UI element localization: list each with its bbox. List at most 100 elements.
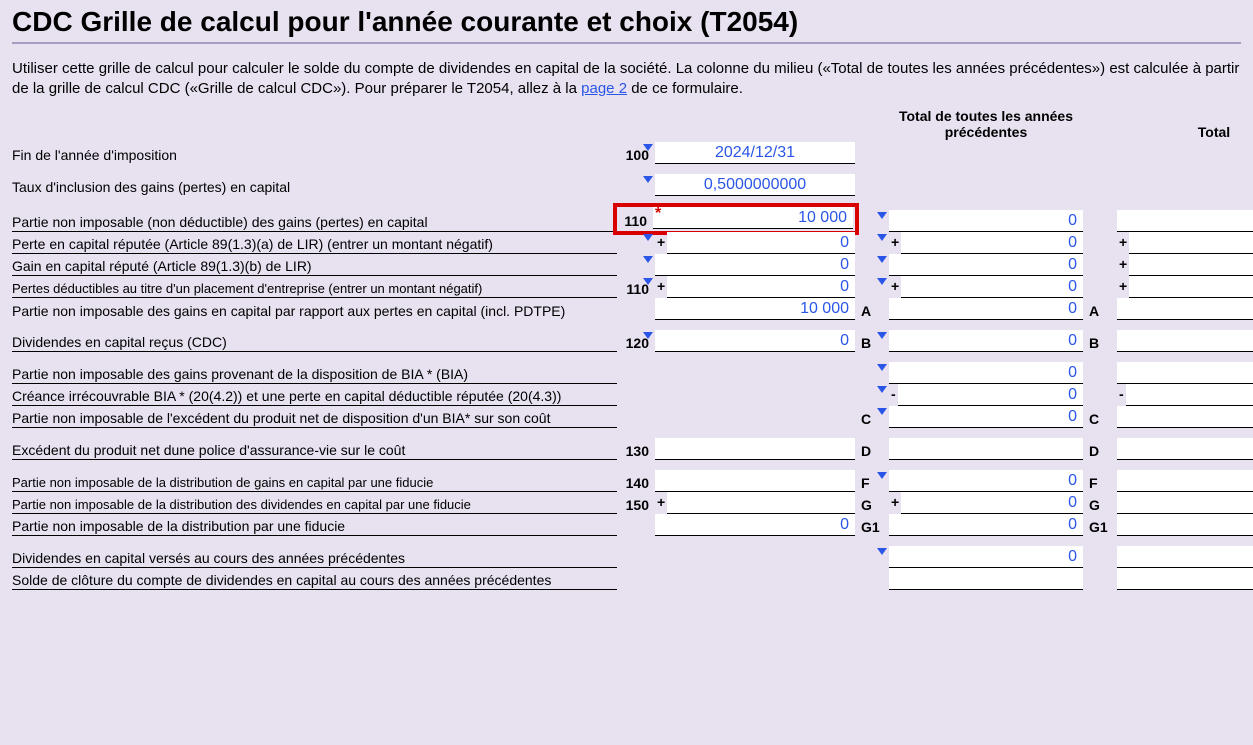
dropdown-icon[interactable] xyxy=(877,212,887,219)
field-fd-current[interactable]: + xyxy=(655,492,855,514)
field-gain-current[interactable] xyxy=(655,254,855,276)
field-solde-mid[interactable] xyxy=(889,568,1083,590)
field-pd-total[interactable]: + xyxy=(1117,276,1253,298)
input-fg-total[interactable] xyxy=(1117,470,1253,492)
page-2-link[interactable]: page 2 xyxy=(581,80,627,97)
field-pdtpe-mid[interactable] xyxy=(889,298,1083,320)
field-pd-mid[interactable]: + xyxy=(889,276,1083,298)
dropdown-icon[interactable] xyxy=(877,472,887,479)
field-ass-current[interactable] xyxy=(655,438,855,460)
dropdown-icon[interactable] xyxy=(643,234,653,241)
input-fg-current[interactable] xyxy=(655,470,855,492)
input-pd-mid[interactable] xyxy=(901,276,1083,298)
dropdown-icon[interactable] xyxy=(877,332,887,339)
dropdown-icon[interactable] xyxy=(643,332,653,339)
field-fg-current[interactable] xyxy=(655,470,855,492)
input-biac-total[interactable] xyxy=(1126,384,1253,406)
input-biae-total[interactable] xyxy=(1117,406,1253,428)
dropdown-icon[interactable] xyxy=(877,278,887,285)
field-dr-mid[interactable] xyxy=(889,330,1083,352)
field-fd-mid[interactable]: + xyxy=(889,492,1083,514)
field-fd-total[interactable] xyxy=(1117,492,1253,514)
field-dv-mid[interactable] xyxy=(889,546,1083,568)
input-fg-mid[interactable] xyxy=(889,470,1083,492)
dropdown-icon[interactable] xyxy=(643,278,653,285)
input-ass-total[interactable] xyxy=(1117,438,1253,460)
field-110-total[interactable] xyxy=(1117,210,1253,232)
input-110-mid[interactable] xyxy=(889,210,1083,232)
dropdown-icon[interactable] xyxy=(877,408,887,415)
input-gain-mid[interactable] xyxy=(889,254,1083,276)
input-fd-total[interactable] xyxy=(1117,492,1253,514)
input-dr-total[interactable] xyxy=(1117,330,1253,352)
input-fd-mid[interactable] xyxy=(901,492,1083,514)
dropdown-icon[interactable] xyxy=(877,256,887,263)
field-biae-mid[interactable] xyxy=(889,406,1083,428)
field-perte-mid[interactable]: + xyxy=(889,232,1083,254)
input-gain-total[interactable] xyxy=(1129,254,1253,276)
field-ft-mid[interactable] xyxy=(889,514,1083,536)
field-ass-mid[interactable] xyxy=(889,438,1083,460)
dropdown-icon[interactable] xyxy=(877,234,887,241)
field-biae-total[interactable] xyxy=(1117,406,1253,428)
input-solde-mid[interactable] xyxy=(889,568,1083,590)
field-biac-mid[interactable]: - xyxy=(889,384,1083,406)
input-ft-current[interactable] xyxy=(655,514,855,536)
input-gain-current[interactable] xyxy=(655,254,855,276)
field-solde-total[interactable] xyxy=(1117,568,1253,590)
field-gain-total[interactable]: + xyxy=(1117,254,1253,276)
input-dv-mid[interactable] xyxy=(889,546,1083,568)
dropdown-icon[interactable] xyxy=(643,144,653,151)
dropdown-icon[interactable] xyxy=(643,256,653,263)
dropdown-icon[interactable] xyxy=(877,548,887,555)
field-fin-annee[interactable] xyxy=(655,142,855,164)
input-fd-current[interactable] xyxy=(667,492,855,514)
input-pd-current[interactable] xyxy=(667,276,855,298)
field-pdtpe-current[interactable] xyxy=(655,298,855,320)
field-biac-total[interactable]: - xyxy=(1117,384,1253,406)
field-ft-current[interactable] xyxy=(655,514,855,536)
field-biad-mid[interactable] xyxy=(889,362,1083,384)
field-fg-total[interactable] xyxy=(1117,470,1253,492)
input-dr-current[interactable] xyxy=(655,330,855,352)
input-biac-mid[interactable] xyxy=(898,384,1083,406)
field-ass-total[interactable] xyxy=(1117,438,1253,460)
input-perte-total[interactable] xyxy=(1129,232,1253,254)
input-ass-current[interactable] xyxy=(655,438,855,460)
input-110-total[interactable] xyxy=(1117,210,1253,232)
field-dv-total[interactable] xyxy=(1117,546,1253,568)
field-pd-current[interactable]: + xyxy=(655,276,855,298)
input-ft-mid[interactable] xyxy=(889,514,1083,536)
dropdown-icon[interactable] xyxy=(877,386,887,393)
field-dr-total[interactable] xyxy=(1117,330,1253,352)
input-solde-total[interactable] xyxy=(1117,568,1253,590)
input-pdtpe-total[interactable] xyxy=(1117,298,1253,320)
field-dr-current[interactable] xyxy=(655,330,855,352)
input-perte-current[interactable] xyxy=(667,232,855,254)
field-pdtpe-total[interactable] xyxy=(1117,298,1253,320)
input-dr-mid[interactable] xyxy=(889,330,1083,352)
input-biad-mid[interactable] xyxy=(889,362,1083,384)
field-perte-total[interactable]: + xyxy=(1117,232,1253,254)
field-biad-total[interactable] xyxy=(1117,362,1253,384)
field-perte-current[interactable]: + xyxy=(655,232,855,254)
dropdown-icon[interactable] xyxy=(643,176,653,183)
input-pdtpe-mid[interactable] xyxy=(889,298,1083,320)
input-taux[interactable] xyxy=(655,174,855,196)
input-biad-total[interactable] xyxy=(1117,362,1253,384)
dropdown-icon[interactable] xyxy=(877,364,887,371)
input-pdtpe-current[interactable] xyxy=(655,298,855,320)
field-ft-total[interactable] xyxy=(1117,514,1253,536)
input-110-current[interactable] xyxy=(653,207,853,229)
input-pd-total[interactable] xyxy=(1129,276,1253,298)
field-gain-mid[interactable] xyxy=(889,254,1083,276)
field-taux[interactable] xyxy=(655,174,855,196)
input-dv-total[interactable] xyxy=(1117,546,1253,568)
input-biae-mid[interactable] xyxy=(889,406,1083,428)
input-fin-annee[interactable] xyxy=(655,142,855,164)
field-110-mid[interactable] xyxy=(889,210,1083,232)
input-perte-mid[interactable] xyxy=(901,232,1083,254)
input-ass-mid[interactable] xyxy=(889,438,1083,460)
field-fg-mid[interactable] xyxy=(889,470,1083,492)
input-ft-total[interactable] xyxy=(1117,514,1253,536)
